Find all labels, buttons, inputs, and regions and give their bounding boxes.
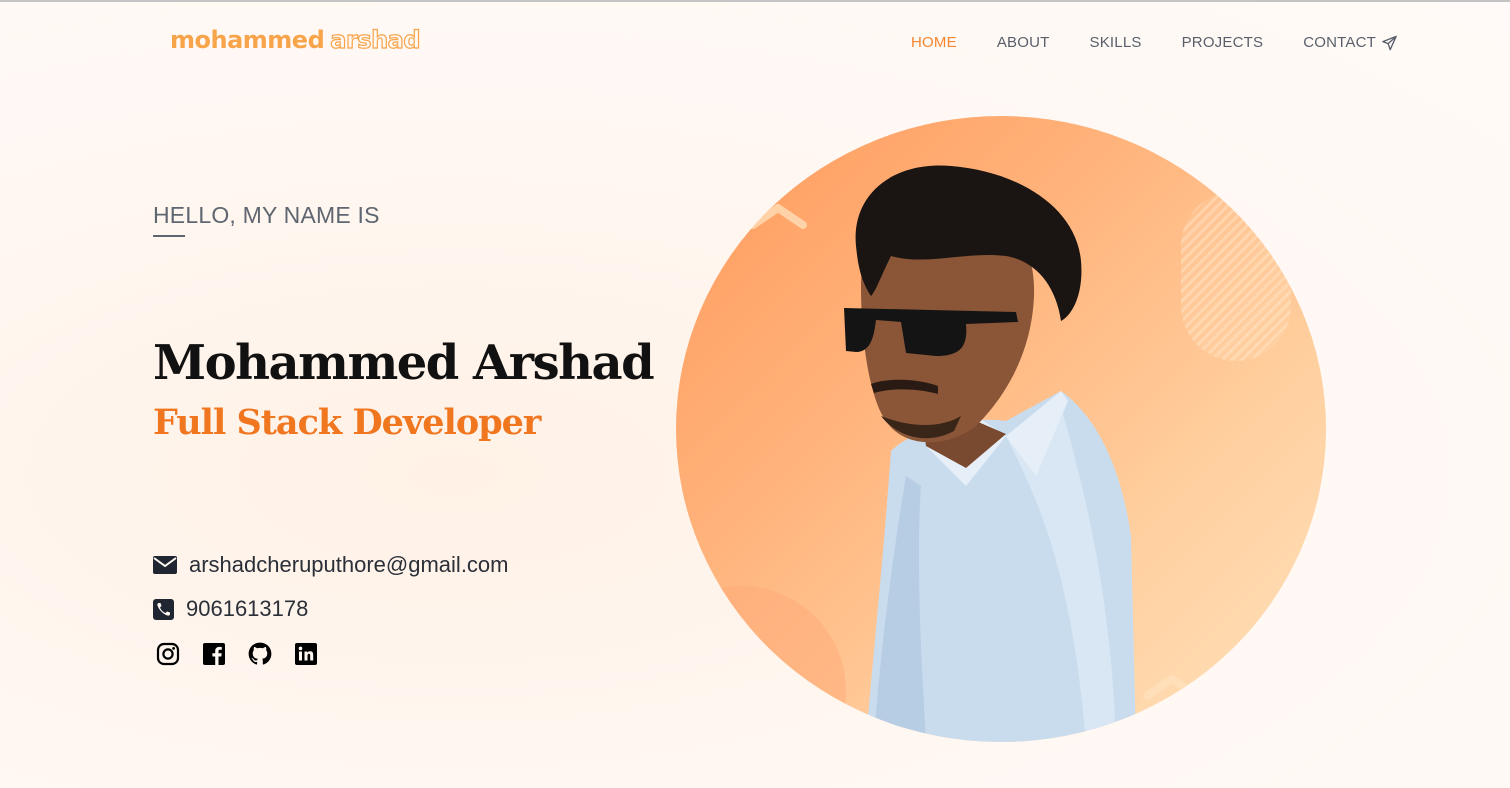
email-row[interactable]: arshadcheruputhore@gmail.com: [153, 552, 509, 578]
phone-text: 9061613178: [186, 596, 309, 621]
profile-photo: [676, 116, 1326, 742]
social-links: [153, 640, 337, 668]
nav-contact-label: CONTACT: [1303, 34, 1376, 51]
nav-skills[interactable]: SKILLS: [1090, 34, 1142, 51]
linkedin-icon: [295, 643, 317, 665]
facebook-link[interactable]: [199, 640, 229, 668]
paper-plane-icon: [1382, 35, 1397, 50]
logo-first-word: mohammed: [170, 26, 325, 54]
nav-contact[interactable]: CONTACT: [1303, 34, 1398, 51]
nav-about[interactable]: ABOUT: [997, 34, 1050, 51]
person-portrait-illustration: [844, 165, 1136, 742]
nav-projects[interactable]: PROJECTS: [1182, 34, 1264, 51]
nav-home-label: HOME: [911, 34, 957, 51]
github-icon: [248, 642, 272, 665]
site-logo[interactable]: mohammed arshad: [170, 25, 421, 54]
nav-about-label: ABOUT: [996, 34, 1050, 51]
phone-row[interactable]: 9061613178: [153, 596, 308, 622]
greeting-text: HELLO, MY NAME IS: [153, 202, 380, 228]
hero-role: Full Stack Developer: [153, 402, 541, 443]
email-text: arshadcheruputhore@gmail.com: [189, 552, 509, 577]
nav-projects-label: PROJECTS: [1181, 34, 1264, 51]
linkedin-link[interactable]: [291, 640, 321, 668]
instagram-link[interactable]: [153, 640, 183, 668]
facebook-icon: [203, 643, 225, 665]
github-link[interactable]: [245, 640, 275, 668]
logo-second-word: arshad: [330, 25, 421, 54]
greeting-underline: [153, 235, 185, 237]
nav-skills-label: SKILLS: [1089, 34, 1142, 51]
main-nav: HOME ABOUT SKILLS PROJECTS CONTACT: [911, 34, 1398, 51]
nav-home[interactable]: HOME: [911, 34, 957, 51]
phone-icon: [153, 598, 174, 620]
instagram-icon: [156, 642, 180, 666]
hero-name: Mohammed Arshad: [153, 335, 655, 391]
envelope-icon: [153, 555, 177, 575]
